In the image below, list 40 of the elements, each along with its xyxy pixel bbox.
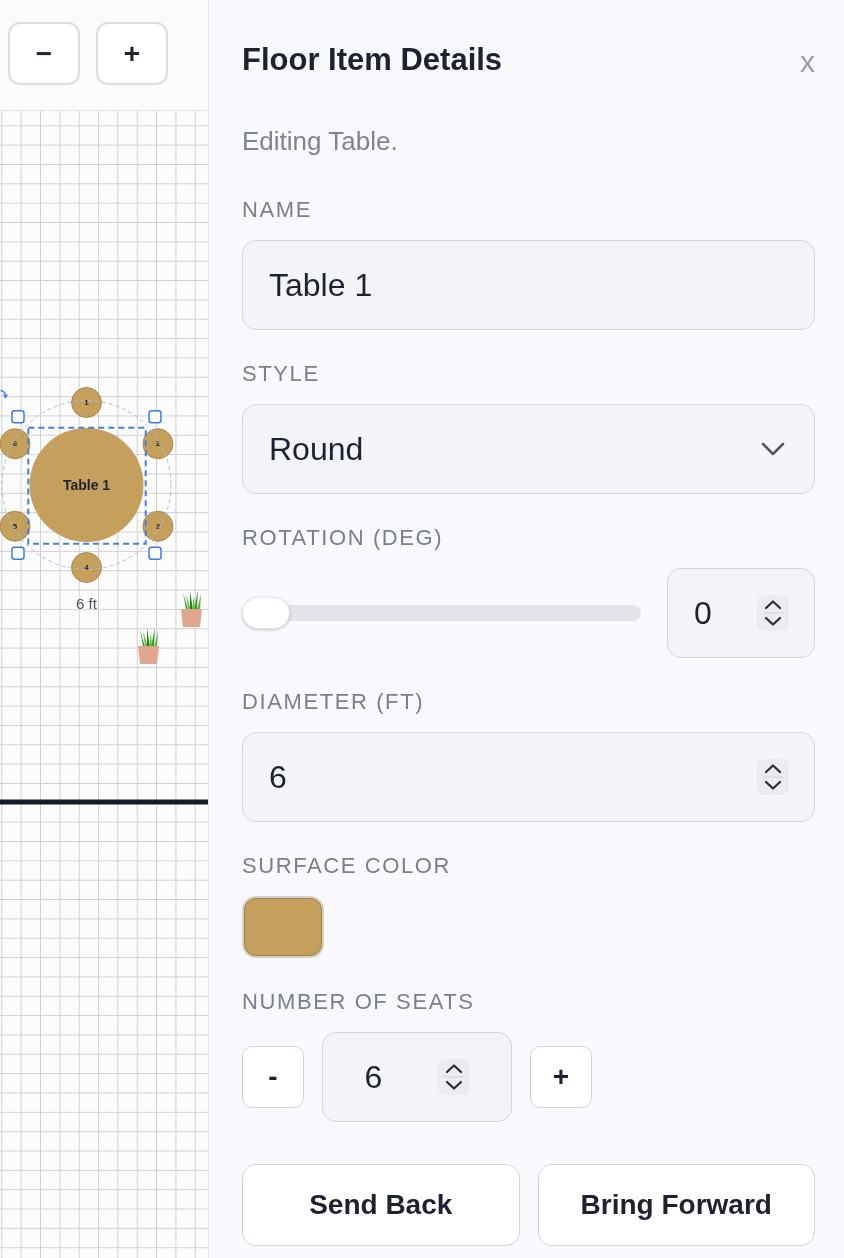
panel-title: Floor Item Details: [242, 43, 503, 77]
increment-button[interactable]: +: [530, 1046, 592, 1108]
number-field[interactable]: 6: [322, 1032, 512, 1122]
slider-track[interactable]: [242, 597, 641, 629]
bring-forward-button[interactable]: Bring Forward: [537, 1164, 815, 1246]
seat-chair: 3: [142, 510, 174, 542]
seat-chair: 6: [0, 428, 31, 460]
resize-handle[interactable]: [148, 409, 162, 424]
field-label: ROTATION (DEG): [242, 526, 444, 550]
round-table: Table 1: [29, 428, 144, 542]
field-label: NUMBER OF SEATS: [242, 990, 475, 1014]
seat-chair: 4: [71, 552, 102, 583]
resize-handle[interactable]: [11, 546, 25, 561]
plant-icon: [138, 627, 159, 664]
spin-buttons-icon[interactable]: [438, 1059, 471, 1095]
rotate-handle-icon[interactable]: [0, 389, 9, 399]
size-label: 6 ft: [76, 594, 97, 612]
zoom-in-button[interactable]: +: [96, 22, 168, 85]
send-back-button[interactable]: Send Back: [242, 1164, 520, 1246]
seat-chair: 5: [0, 510, 31, 542]
field-label: STYLE: [242, 362, 320, 386]
resize-handle[interactable]: [11, 409, 25, 424]
decrement-button[interactable]: -: [242, 1046, 304, 1108]
spin-buttons-icon[interactable]: [757, 759, 789, 795]
text-field[interactable]: Table 1: [242, 240, 815, 330]
field-label: DIAMETER (FT): [242, 690, 425, 714]
number-field[interactable]: 0: [667, 568, 815, 658]
chevron-down-icon: [761, 442, 785, 456]
number-field[interactable]: 6: [242, 732, 815, 822]
zoom-out-button[interactable]: −: [8, 22, 80, 85]
resize-handle[interactable]: [148, 546, 162, 561]
select-dropdown[interactable]: Round: [242, 404, 815, 494]
color-swatch[interactable]: [242, 896, 324, 958]
plant-icon: [181, 590, 202, 627]
spin-buttons-icon[interactable]: [757, 595, 789, 631]
slider-thumb[interactable]: [242, 597, 290, 629]
field-label: SURFACE COLOR: [242, 854, 452, 878]
panel-subtitle: Editing Table.: [242, 128, 398, 154]
seat-chair: 1: [71, 387, 102, 418]
field-label: NAME: [242, 198, 312, 222]
